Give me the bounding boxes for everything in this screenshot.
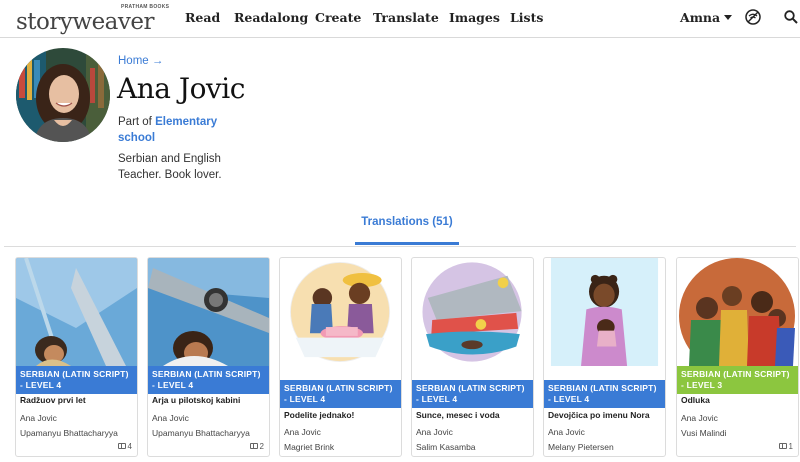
book-author[interactable]: Ana Jovic	[284, 427, 321, 437]
level-badge: SERBIAN (LATIN SCRIPT) - LEVEL 4	[148, 366, 269, 394]
book-cover-image	[677, 258, 798, 366]
book-card[interactable]: SERBIAN (LATIN SCRIPT) - LEVEL 3 Odluka …	[676, 257, 799, 457]
tabs-divider	[4, 246, 796, 247]
level-badge: SERBIAN (LATIN SCRIPT) - LEVEL 4	[412, 380, 533, 408]
book-card[interactable]: SERBIAN (LATIN SCRIPT) - LEVEL 4 Devojči…	[543, 257, 666, 457]
book-title[interactable]: Podelite jednako!	[284, 410, 354, 420]
book-icon	[117, 443, 126, 449]
book-card[interactable]: SERBIAN (LATIN SCRIPT) - LEVEL 4 Radžuov…	[15, 257, 138, 457]
book-cover-image	[286, 258, 395, 366]
tab-translations[interactable]: Translations (51)	[355, 207, 459, 245]
level-badge: SERBIAN (LATIN SCRIPT) - LEVEL 3	[677, 366, 798, 394]
book-card[interactable]: SERBIAN (LATIN SCRIPT) - LEVEL 4 Sunce, …	[411, 257, 534, 457]
level-badge: SERBIAN (LATIN SCRIPT) - LEVEL 4	[16, 366, 137, 394]
book-author[interactable]: Ana Jovic	[152, 413, 189, 423]
book-title[interactable]: Odluka	[681, 395, 710, 405]
book-cover-image	[148, 258, 269, 366]
organization-line: Part of Elementary school	[118, 114, 248, 146]
book-title[interactable]: Devojčica po imenu Nora	[548, 410, 650, 420]
book-title[interactable]: Arja u pilotskoj kabini	[152, 395, 240, 405]
top-nav: PRATHAM BOOKS storyweaver Read Readalong…	[0, 0, 800, 38]
user-menu[interactable]: Amna	[680, 10, 733, 25]
book-title[interactable]: Radžuov prvi let	[20, 395, 86, 405]
book-illustrator[interactable]: Upamanyu Bhattacharyya	[152, 428, 250, 438]
reads-count: 1	[778, 442, 793, 451]
book-illustrator[interactable]: Salim Kasamba	[416, 442, 476, 452]
nav-readalong[interactable]: Readalong	[234, 10, 308, 25]
caret-down-icon	[724, 15, 733, 20]
book-author[interactable]: Ana Jovic	[681, 413, 718, 423]
book-icon	[249, 443, 258, 449]
book-icon	[778, 443, 787, 449]
book-author[interactable]: Ana Jovic	[416, 427, 453, 437]
reads-count: 4	[117, 442, 132, 451]
book-author[interactable]: Ana Jovic	[20, 413, 57, 423]
nav-read[interactable]: Read	[185, 10, 220, 25]
book-card[interactable]: SERBIAN (LATIN SCRIPT) - LEVEL 4 Podelit…	[279, 257, 402, 457]
book-card[interactable]: SERBIAN (LATIN SCRIPT) - LEVEL 4 Arja u …	[147, 257, 270, 457]
book-illustrator[interactable]: Magriet Brink	[284, 442, 334, 452]
offline-icon[interactable]	[745, 9, 761, 25]
search-icon[interactable]	[784, 10, 798, 24]
logo-wordmark: storyweaver	[16, 9, 155, 35]
profile-bio: Serbian and English Teacher. Book lover.	[118, 153, 222, 181]
profile-avatar	[16, 48, 110, 142]
reads-count: 2	[249, 442, 264, 451]
level-badge: SERBIAN (LATIN SCRIPT) - LEVEL 4	[544, 380, 665, 408]
book-cover-image	[550, 258, 659, 366]
book-illustrator[interactable]: Melany Pietersen	[548, 442, 614, 452]
level-badge: SERBIAN (LATIN SCRIPT) - LEVEL 4	[280, 380, 401, 408]
book-title[interactable]: Sunce, mesec i voda	[416, 410, 500, 420]
book-cover-image	[418, 258, 527, 366]
book-cover-image	[16, 258, 137, 366]
book-illustrator[interactable]: Upamanyu Bhattacharyya	[20, 428, 118, 438]
nav-translate[interactable]: Translate	[373, 10, 439, 25]
nav-lists[interactable]: Lists	[510, 10, 543, 25]
nav-create[interactable]: Create	[315, 10, 361, 25]
breadcrumb-home[interactable]: Home →	[118, 55, 163, 67]
book-illustrator[interactable]: Vusi Malindi	[681, 428, 727, 438]
nav-images[interactable]: Images	[449, 10, 500, 25]
book-author[interactable]: Ana Jovic	[548, 427, 585, 437]
part-of-label: Part of	[118, 116, 152, 128]
profile-name: Ana Jovic	[117, 72, 245, 105]
user-name: Amna	[680, 10, 721, 25]
